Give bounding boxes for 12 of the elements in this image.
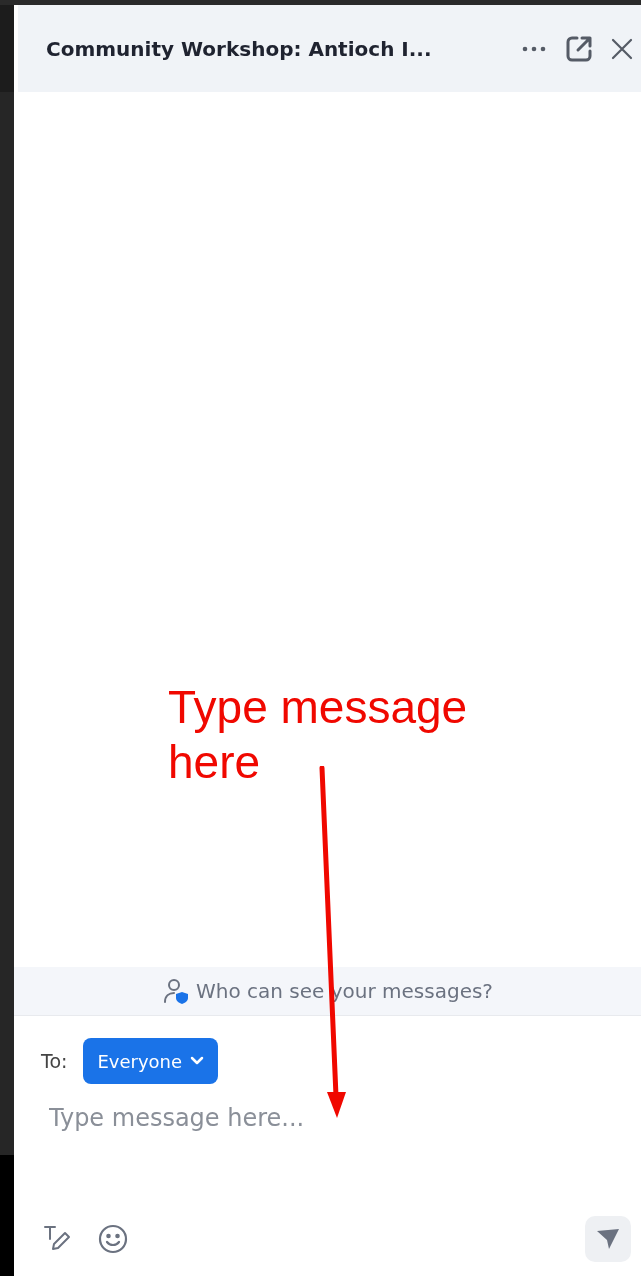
- recipient-dropdown[interactable]: Everyone: [83, 1038, 219, 1084]
- to-label: To:: [41, 1050, 68, 1072]
- ellipsis-icon: [521, 44, 547, 53]
- window-title: Community Workshop: Antioch I...: [46, 36, 433, 61]
- annotation-text: Type message here: [168, 680, 469, 791]
- send-button[interactable]: [585, 1216, 631, 1262]
- chevron-icon: [190, 1056, 205, 1066]
- pop-out-icon: [565, 34, 593, 63]
- smiley-icon: [97, 1223, 129, 1255]
- user-shield-icon: [162, 977, 190, 1005]
- send-icon: [595, 1227, 621, 1251]
- close-icon: [611, 37, 633, 60]
